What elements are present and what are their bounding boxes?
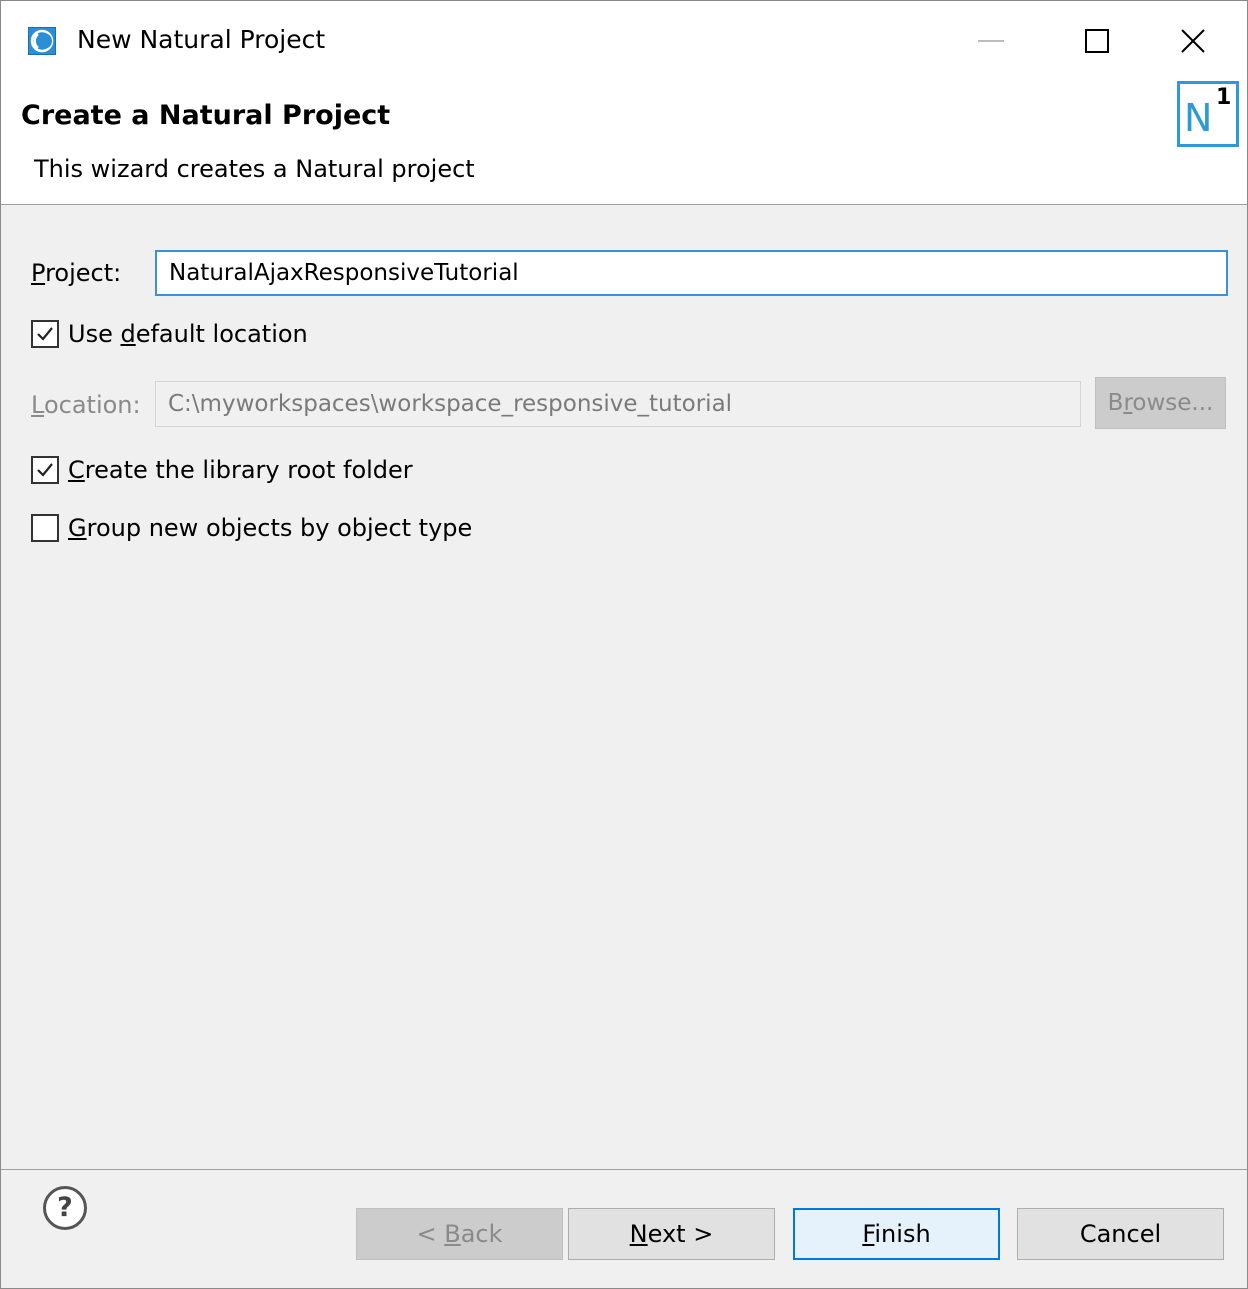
checkmark-icon bbox=[37, 463, 53, 477]
checkbox-checked[interactable] bbox=[31, 320, 59, 348]
logo-letter: N bbox=[1184, 96, 1213, 140]
close-button[interactable] bbox=[1169, 19, 1217, 63]
footer-separator bbox=[1, 1169, 1247, 1170]
natural-app-icon bbox=[28, 27, 56, 55]
page-title: Create a Natural Project bbox=[21, 100, 391, 131]
browse-button: Browse... bbox=[1095, 377, 1226, 429]
cancel-button[interactable]: Cancel bbox=[1017, 1208, 1224, 1260]
title-bar: New Natural Project bbox=[1, 1, 1247, 81]
location-input bbox=[155, 381, 1081, 427]
use-default-location-label: Use default location bbox=[68, 320, 308, 348]
wizard-dialog: New Natural Project Create a Natural Pro… bbox=[0, 0, 1248, 1289]
create-library-root-checkbox[interactable]: Create the library root folder bbox=[31, 455, 413, 485]
help-icon[interactable]: ? bbox=[43, 1186, 87, 1230]
logo-superscript: 1 bbox=[1216, 85, 1232, 110]
project-name-input[interactable] bbox=[155, 250, 1228, 296]
group-by-type-checkbox[interactable]: Group new objects by object type bbox=[31, 513, 472, 543]
create-library-root-label: Create the library root folder bbox=[68, 456, 413, 484]
minimize-icon bbox=[978, 40, 1004, 42]
window-title: New Natural Project bbox=[77, 25, 326, 54]
back-button: < Back bbox=[356, 1208, 563, 1260]
checkmark-icon bbox=[37, 327, 53, 341]
next-button[interactable]: Next > bbox=[568, 1208, 775, 1260]
maximize-button[interactable] bbox=[1073, 19, 1121, 63]
minimize-button[interactable] bbox=[967, 19, 1015, 63]
wizard-banner: Create a Natural Project This wizard cre… bbox=[1, 81, 1247, 205]
location-label: Location: bbox=[31, 391, 141, 419]
finish-button[interactable]: Finish bbox=[793, 1208, 1000, 1260]
checkbox-checked[interactable] bbox=[31, 456, 59, 484]
maximize-icon bbox=[1085, 29, 1109, 53]
checkbox-unchecked[interactable] bbox=[31, 514, 59, 542]
natural-one-logo: N 1 bbox=[1177, 81, 1239, 147]
use-default-location-checkbox[interactable]: Use default location bbox=[31, 319, 308, 349]
close-icon bbox=[1181, 29, 1205, 53]
page-description: This wizard creates a Natural project bbox=[34, 155, 475, 183]
group-by-type-label: Group new objects by object type bbox=[68, 514, 473, 542]
project-label: Project: bbox=[31, 259, 122, 287]
